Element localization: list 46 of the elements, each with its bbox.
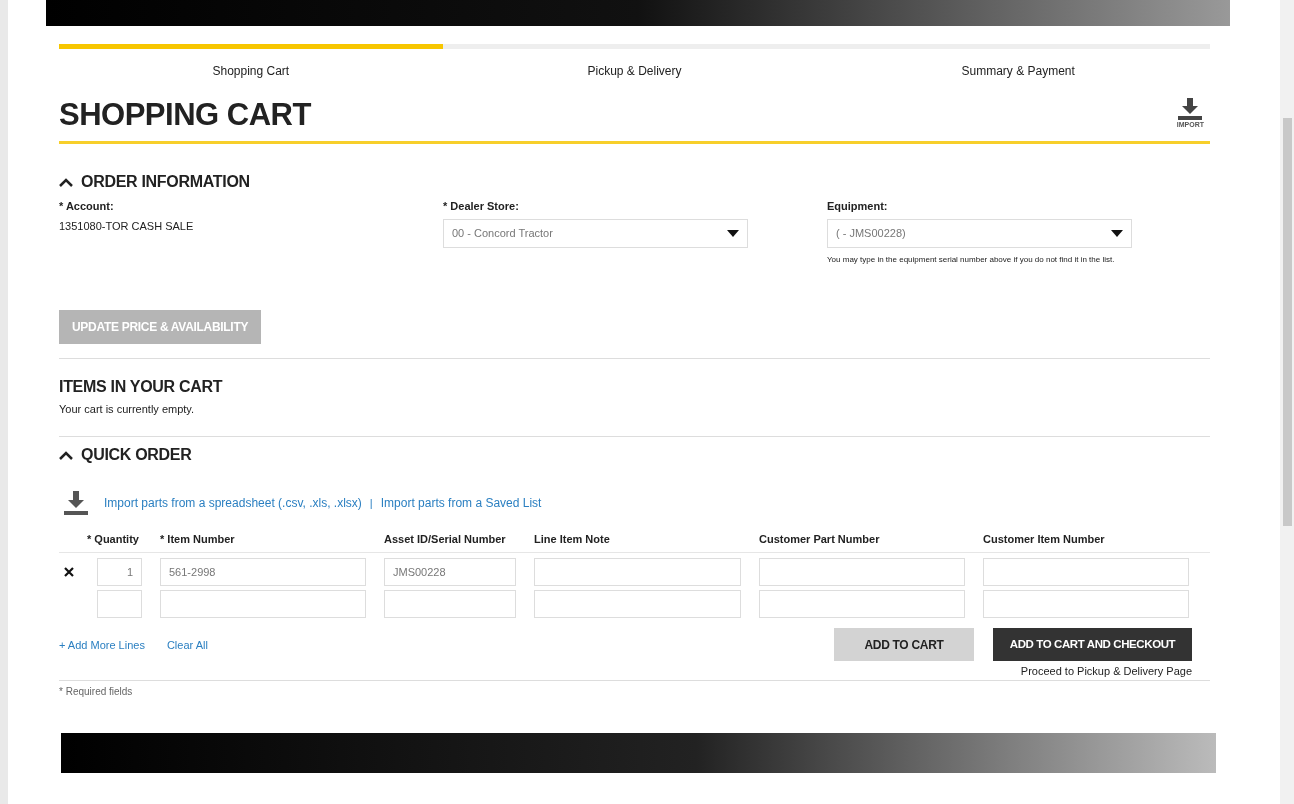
column-header: Customer Item Number [983, 532, 1106, 547]
quantity-field[interactable]: 1 [97, 558, 142, 587]
section-heading: ITEMS IN YOUR CART [59, 377, 224, 398]
checkout-step[interactable]: Shopping Cart [59, 44, 443, 80]
input-field[interactable]: JMS00228 [384, 558, 516, 587]
input-field[interactable] [384, 590, 516, 619]
download-icon [1177, 98, 1204, 121]
column-header: * Quantity [87, 532, 140, 547]
scrollbar-thumb[interactable] [1282, 118, 1292, 526]
checkout-button[interactable]: ADD TO CART AND CHECKOUT [993, 628, 1192, 662]
clear-all-link[interactable]: Clear All [166, 637, 208, 654]
equipment-dropdown[interactable]: ( - JMS00228) [827, 218, 1132, 248]
section-heading[interactable]: ORDER INFORMATION [81, 170, 250, 195]
input-field[interactable] [983, 558, 1189, 587]
field-label: * Dealer Store: [443, 199, 520, 215]
checkout-step[interactable]: Summary & Payment [826, 44, 1210, 80]
input-field[interactable]: 561-2998 [160, 558, 366, 587]
checkout-note: Proceed to Pickup & Delivery Page [1020, 664, 1192, 680]
column-header: Customer Part Number [759, 532, 881, 547]
link-separator: | [369, 495, 373, 511]
input-field[interactable] [759, 590, 965, 619]
input-field[interactable] [983, 590, 1189, 619]
column-header: Line Item Note [534, 532, 611, 547]
page-title: SHOPPING CART [59, 96, 311, 134]
import-link[interactable]: Import parts from a spreadsheet (.csv, .xls, .xlsx) [104, 494, 362, 512]
checkout-step[interactable]: Pickup & Delivery [442, 44, 827, 80]
section-heading[interactable]: QUICK ORDER [81, 443, 192, 467]
empty-cart-message: Your cart is currently empty. [59, 402, 196, 418]
input-field[interactable] [534, 590, 741, 619]
caret-icon [1111, 229, 1123, 237]
help-text: You may type in the equipment serial number above if you do not find it in the list. [827, 253, 1116, 266]
add-lines-link[interactable]: + Add More Lines [59, 637, 145, 654]
field-label: Equipment: [827, 199, 889, 215]
dealer-store-dropdown[interactable]: 00 - Concord Tractor [443, 218, 748, 248]
quantity-field[interactable] [97, 590, 142, 619]
column-header: * Item Number [160, 532, 236, 547]
column-header: Asset ID/Serial Number [384, 532, 507, 547]
caret-icon [727, 229, 739, 237]
account-value: 1351080-TOR CASH SALE [59, 218, 195, 234]
required-note: * Required fields [59, 685, 134, 699]
field-label: * Account: [59, 199, 115, 215]
download-icon [64, 491, 88, 515]
import-link[interactable]: Import parts from a Saved List [380, 494, 542, 512]
input-field[interactable] [759, 558, 965, 587]
input-field[interactable] [160, 590, 366, 619]
input-field[interactable] [534, 558, 741, 587]
